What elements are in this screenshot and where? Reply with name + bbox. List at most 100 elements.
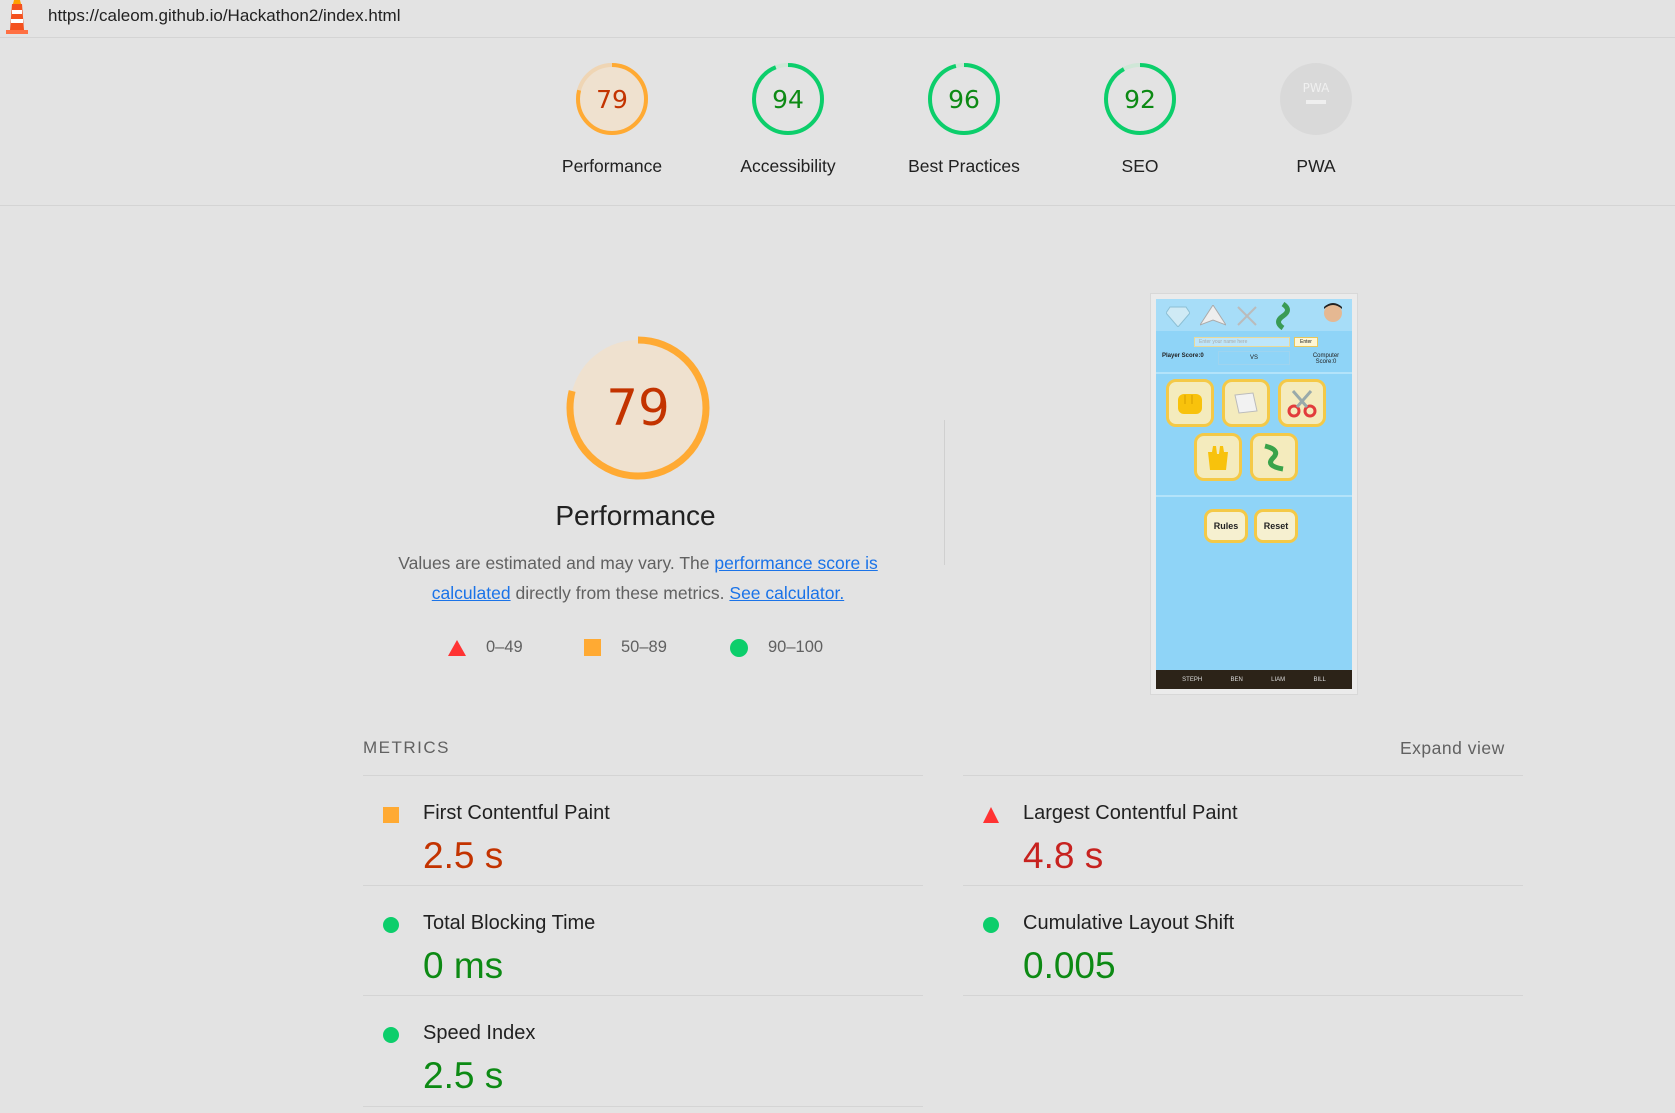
category-gauges: 79 Performance 94 Accessibility 96 Best … — [0, 38, 1675, 206]
thumb-player-score: Player Score:0 — [1162, 353, 1204, 359]
circle-icon — [383, 917, 399, 933]
metric-value: 2.5 s — [423, 835, 504, 876]
circle-icon — [983, 917, 999, 933]
metric-cumulative-layout-shift: Cumulative Layout Shift 0.005 — [963, 895, 1523, 1005]
performance-score-gauge: 79 — [566, 336, 710, 480]
divider — [363, 885, 923, 886]
thumb-computer-score-line: Score:0 — [1315, 359, 1337, 365]
divider — [963, 995, 1523, 996]
fist-icon — [1178, 394, 1202, 414]
gauge-score: 79 — [596, 85, 628, 114]
divider — [963, 885, 1523, 886]
metric-largest-contentful-paint: Largest Contentful Paint 4.8 s — [963, 785, 1523, 895]
metric-value: 4.8 s — [1023, 835, 1104, 876]
thumb-vs: VS — [1218, 351, 1290, 365]
triangle-icon — [448, 639, 466, 656]
metric-name: Cumulative Layout Shift — [1023, 912, 1235, 934]
metric-name: First Contentful Paint — [423, 802, 610, 824]
divider — [363, 775, 923, 776]
see-calculator-link[interactable]: See calculator. — [729, 583, 844, 603]
metric-name: Speed Index — [423, 1022, 536, 1044]
thumb-footer-link: STEPH — [1182, 676, 1203, 683]
metric-value: 0.005 — [1023, 945, 1116, 986]
gauge-seo[interactable]: 92 SEO — [1060, 60, 1220, 177]
thumb-footer-link: LIAM — [1271, 676, 1286, 683]
pwa-badge-text: PWA — [1303, 81, 1330, 95]
thumb-divider — [1156, 495, 1352, 497]
metric-name: Largest Contentful Paint — [1023, 802, 1238, 824]
lighthouse-icon — [6, 0, 28, 34]
scissors-choice — [1278, 379, 1326, 427]
square-icon — [383, 807, 399, 823]
metrics-header: METRICS — [363, 738, 450, 757]
url-bar: https://caleom.github.io/Hackathon2/inde… — [0, 0, 1675, 38]
gauge-label: SEO — [1121, 156, 1159, 176]
gauge-performance[interactable]: 79 Performance — [532, 60, 692, 177]
paper-icon — [1234, 392, 1258, 414]
divider — [944, 420, 945, 565]
gauge-score: 94 — [772, 85, 804, 114]
legend-average: 50–89 — [584, 638, 667, 657]
metric-speed-index: Speed Index 2.5 s — [363, 1005, 923, 1105]
thumb-enter-button: Enter — [1294, 337, 1318, 347]
thumb-footer-link: BEN — [1230, 676, 1243, 683]
lizard-icon — [1264, 443, 1284, 472]
metric-value: 2.5 s — [423, 1055, 504, 1096]
page-url: https://caleom.github.io/Hackathon2/inde… — [48, 6, 401, 25]
performance-description: Values are estimated and may vary. The p… — [378, 548, 898, 608]
thumb-footer: STEPH BEN LIAM BILL — [1156, 670, 1352, 689]
metric-name: Total Blocking Time — [423, 912, 596, 934]
expand-view-toggle[interactable]: Expand view — [1400, 738, 1505, 759]
triangle-icon — [983, 807, 999, 823]
score-gauge: 79 — [576, 63, 648, 135]
thumb-footer-link: BILL — [1313, 676, 1326, 683]
metric-total-blocking-time: Total Blocking Time 0 ms — [363, 895, 923, 1005]
gauge-label: Performance — [561, 156, 663, 176]
thumb-rules-button: Rules — [1204, 509, 1248, 543]
rock-choice — [1166, 379, 1214, 427]
pwa-badge-icon: PWA — [1280, 63, 1352, 135]
lizard-choice — [1250, 433, 1298, 481]
desc-text: directly from these metrics. — [510, 583, 730, 603]
gauge-accessibility[interactable]: 94 Accessibility — [708, 60, 868, 177]
square-icon — [584, 639, 601, 656]
lizard-icon — [1276, 302, 1290, 330]
circle-icon — [383, 1027, 399, 1043]
legend-fail: 0–49 — [448, 638, 523, 657]
final-screenshot[interactable]: Enter your name here Enter Player Score:… — [1156, 299, 1352, 689]
score-gauge: 96 — [928, 63, 1000, 135]
diamond-icon — [1166, 306, 1190, 327]
thumb-reset-button: Reset — [1254, 509, 1298, 543]
legend-range: 50–89 — [621, 638, 667, 656]
scissors-icon — [1287, 390, 1317, 418]
gauge-best-practices[interactable]: 96 Best Practices — [884, 60, 1044, 177]
legend-pass: 90–100 — [730, 638, 823, 657]
gauge-score: 96 — [948, 85, 980, 114]
divider — [363, 1106, 923, 1107]
scissors-icon — [1237, 306, 1257, 326]
gauge-pwa[interactable]: PWA PWA — [1236, 60, 1396, 177]
metric-first-contentful-paint: First Contentful Paint 2.5 s — [363, 785, 923, 895]
gauge-label: Accessibility — [740, 156, 836, 176]
gauge-score: 92 — [1124, 85, 1156, 114]
score-gauge: 92 — [1104, 63, 1176, 135]
legend-range: 0–49 — [486, 638, 523, 656]
performance-score: 79 — [606, 379, 670, 437]
divider — [963, 775, 1523, 776]
circle-icon — [730, 638, 748, 657]
score-gauge: 94 — [752, 63, 824, 135]
gauge-label: PWA — [1296, 156, 1336, 176]
thumb-computer-score: Computer Score:0 — [1308, 353, 1344, 365]
paper-choice — [1222, 379, 1270, 427]
spock-face-icon — [1324, 303, 1342, 322]
gauge-label: Best Practices — [908, 156, 1020, 176]
performance-title: Performance — [555, 500, 716, 531]
metric-value: 0 ms — [423, 945, 504, 986]
spock-choice — [1194, 433, 1242, 481]
divider — [363, 995, 923, 996]
thumb-divider — [1156, 372, 1352, 374]
desc-text: Values are estimated and may vary. The — [398, 553, 715, 573]
legend-range: 90–100 — [768, 638, 824, 656]
vulcan-salute-icon — [1208, 446, 1228, 470]
paper-plane-icon — [1200, 305, 1226, 326]
